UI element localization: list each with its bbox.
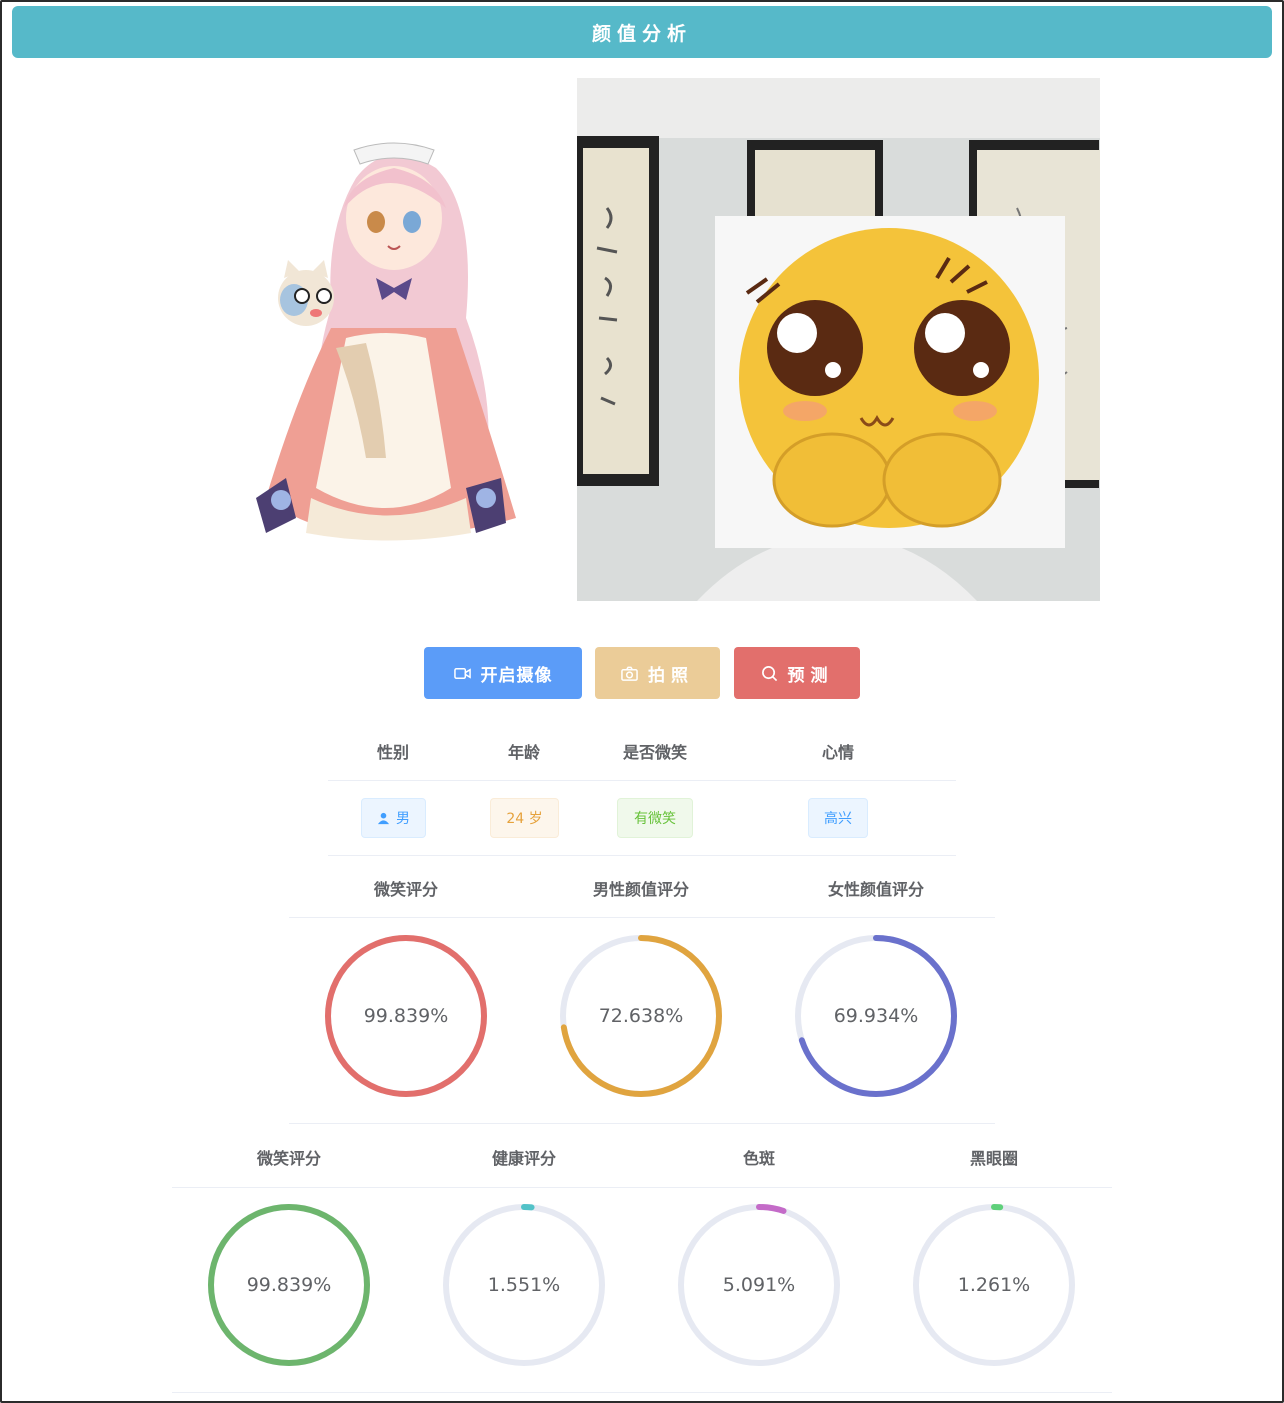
score-ring: 5.091% [677, 1203, 841, 1367]
spots-header: 色斑 [742, 1149, 776, 1168]
open-camera-button[interactable]: 开启摄像 [424, 647, 582, 699]
mood-value: 高兴 [824, 811, 852, 827]
smile-score-value-2: 99.839% [246, 1274, 332, 1296]
smile-tag: 有微笑 [617, 798, 693, 838]
table-divider [172, 1392, 1112, 1393]
female-beauty-value: 69.934% [833, 1005, 919, 1027]
score-ring: 99.839% [324, 934, 488, 1098]
health-score-header: 健康评分 [491, 1149, 557, 1168]
dark-circle-value: 1.261% [957, 1274, 1031, 1296]
predict-label: 预测 [787, 665, 834, 686]
table-divider [289, 1123, 995, 1124]
female-beauty-header: 女性颜值评分 [827, 880, 925, 899]
male-beauty-header: 男性颜值评分 [592, 880, 690, 899]
score-ring: 1.261% [912, 1203, 1076, 1367]
spots-value: 5.091% [722, 1274, 796, 1296]
dark-circle-header: 黑眼圈 [969, 1149, 1019, 1168]
gender-tag: 男 [361, 798, 426, 838]
page-title-bar: 颜值分析 [12, 6, 1272, 58]
score-ring: 1.551% [442, 1203, 606, 1367]
gender-value: 男 [396, 811, 410, 827]
health-score-value: 1.551% [487, 1274, 561, 1296]
take-photo-button[interactable]: 拍照 [595, 647, 720, 699]
score-ring: 72.638% [559, 934, 723, 1098]
score-ring: 69.934% [794, 934, 958, 1098]
webcam-scene [577, 78, 1100, 601]
score-ring: 99.839% [207, 1203, 371, 1367]
smile-score-header-2: 微笑评分 [256, 1149, 322, 1168]
search-icon [761, 665, 777, 681]
mood-tag: 高兴 [808, 798, 868, 838]
video-camera-icon [453, 667, 471, 679]
age-tag: 24 岁 [490, 798, 559, 838]
webcam-preview [577, 78, 1100, 601]
user-icon [377, 812, 390, 824]
page-title: 颜值分析 [591, 22, 692, 45]
age-value: 24 岁 [506, 811, 543, 827]
smile-value: 有微笑 [634, 811, 676, 827]
mood-header: 心情 [821, 743, 855, 762]
open-camera-label: 开启摄像 [480, 665, 553, 686]
smile-score-header: 微笑评分 [373, 880, 439, 899]
table-divider [289, 917, 995, 918]
male-beauty-value: 72.638% [598, 1005, 684, 1027]
predict-button[interactable]: 预测 [734, 647, 860, 699]
smile-header: 是否微笑 [622, 743, 688, 762]
camera-icon [621, 666, 638, 681]
table-divider [328, 855, 956, 856]
table-divider [328, 780, 956, 781]
age-header: 年龄 [507, 743, 541, 762]
table-divider [172, 1187, 1112, 1188]
gender-header: 性别 [376, 743, 410, 762]
smile-score-value: 99.839% [363, 1005, 449, 1027]
anime-girl-image [256, 142, 516, 541]
take-photo-label: 拍照 [648, 665, 694, 686]
